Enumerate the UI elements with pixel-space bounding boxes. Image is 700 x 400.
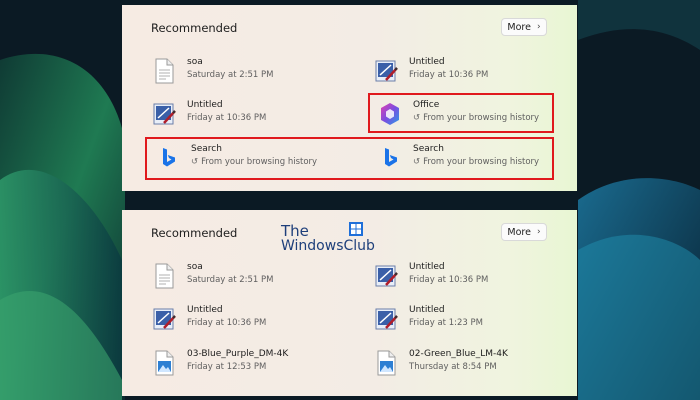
item-timestamp: Saturday at 2:51 PM bbox=[187, 70, 274, 80]
recommended-item-untitled[interactable]: Untitled Friday at 10:36 PM bbox=[374, 56, 564, 90]
more-button-label: More bbox=[507, 226, 531, 238]
item-name: Untitled bbox=[409, 262, 445, 272]
recommended-item-untitled[interactable]: Untitled Friday at 10:36 PM bbox=[374, 261, 564, 295]
paint-file-icon bbox=[375, 265, 398, 287]
item-timestamp: Friday at 10:36 PM bbox=[409, 275, 489, 285]
paint-file-icon bbox=[375, 308, 398, 330]
item-name: soa bbox=[187, 262, 203, 272]
item-timestamp: Friday at 12:53 PM bbox=[187, 362, 267, 372]
highlight-box-search bbox=[145, 137, 554, 180]
image-file-icon bbox=[377, 350, 396, 376]
recommended-item-wallpaper[interactable]: 03-Blue_Purple_DM-4K Friday at 12:53 PM bbox=[152, 348, 342, 382]
more-button[interactable]: More › bbox=[501, 223, 547, 241]
recommended-item-soa[interactable]: soa Saturday at 2:51 PM bbox=[152, 261, 342, 295]
document-icon bbox=[155, 58, 174, 84]
item-name: 02-Green_Blue_LM-4K bbox=[409, 349, 508, 359]
item-name: Untitled bbox=[187, 100, 223, 110]
more-button[interactable]: More › bbox=[501, 18, 547, 36]
item-name: Untitled bbox=[409, 57, 445, 67]
recommended-item-wallpaper[interactable]: 02-Green_Blue_LM-4K Thursday at 8:54 PM bbox=[374, 348, 564, 382]
windows-logo-icon bbox=[349, 222, 363, 236]
highlight-box-office bbox=[368, 93, 554, 133]
watermark-line2: WindowsClub bbox=[281, 238, 375, 254]
more-button-label: More bbox=[507, 21, 531, 33]
item-timestamp: Friday at 10:36 PM bbox=[187, 113, 267, 123]
recommended-item-soa[interactable]: soa Saturday at 2:51 PM bbox=[152, 56, 342, 90]
paint-file-icon bbox=[153, 103, 176, 125]
paint-file-icon bbox=[375, 60, 398, 82]
item-name: soa bbox=[187, 57, 203, 67]
item-timestamp: Friday at 10:36 PM bbox=[409, 70, 489, 80]
panel-title: Recommended bbox=[151, 226, 238, 240]
image-file-icon bbox=[155, 350, 174, 376]
document-icon bbox=[155, 263, 174, 289]
recommended-item-untitled[interactable]: Untitled Friday at 1:23 PM bbox=[374, 304, 564, 338]
item-name: Untitled bbox=[187, 305, 223, 315]
paint-file-icon bbox=[153, 308, 176, 330]
item-timestamp: Thursday at 8:54 PM bbox=[409, 362, 497, 372]
recommended-item-untitled[interactable]: Untitled Friday at 10:36 PM bbox=[152, 304, 342, 338]
chevron-right-icon: › bbox=[536, 227, 541, 237]
panel-title: Recommended bbox=[151, 21, 238, 35]
item-timestamp: Friday at 10:36 PM bbox=[187, 318, 267, 328]
item-name: 03-Blue_Purple_DM-4K bbox=[187, 349, 289, 359]
item-timestamp: Saturday at 2:51 PM bbox=[187, 275, 274, 285]
item-timestamp: Friday at 1:23 PM bbox=[409, 318, 483, 328]
item-name: Untitled bbox=[409, 305, 445, 315]
recommended-item-untitled[interactable]: Untitled Friday at 10:36 PM bbox=[152, 99, 342, 133]
chevron-right-icon: › bbox=[536, 22, 541, 32]
